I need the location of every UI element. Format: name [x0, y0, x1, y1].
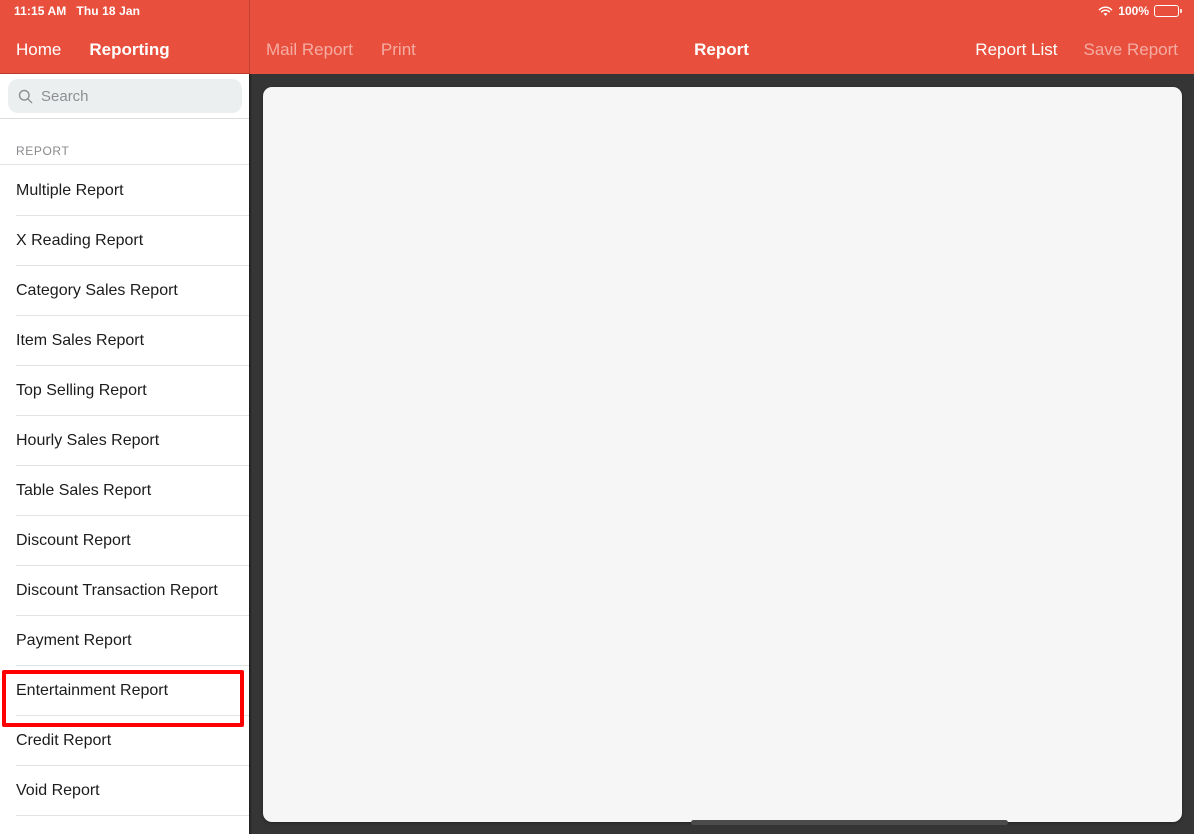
- sidebar-item-table-sales-report[interactable]: Table Sales Report: [0, 466, 249, 516]
- sidebar-item-discount-report[interactable]: Discount Report: [0, 516, 249, 566]
- status-bar: 11:15 AM Thu 18 Jan 100%: [0, 0, 1194, 24]
- main-content-area: [253, 74, 1194, 834]
- sidebar-item-x-reading-report[interactable]: X Reading Report: [0, 216, 249, 266]
- home-indicator[interactable]: [691, 820, 1008, 825]
- sidebar-item-discount-transaction-report[interactable]: Discount Transaction Report: [0, 566, 249, 616]
- list-item-label: Void Report: [16, 782, 100, 799]
- report-list-button[interactable]: Report List: [975, 40, 1057, 60]
- report-content-panel: [263, 87, 1182, 822]
- search-bar-container: Search: [0, 74, 249, 119]
- search-placeholder: Search: [41, 87, 89, 105]
- reporting-button[interactable]: Reporting: [89, 40, 169, 60]
- sidebar-item-payment-report[interactable]: Payment Report: [0, 616, 249, 666]
- sidebar-item-item-sales-report[interactable]: Item Sales Report: [0, 316, 249, 366]
- list-item-label: X Reading Report: [16, 232, 144, 249]
- home-button[interactable]: Home: [16, 40, 61, 60]
- wifi-icon: [1098, 5, 1113, 17]
- search-input[interactable]: Search: [8, 79, 242, 113]
- list-item-label: Item Sales Report: [16, 332, 145, 349]
- list-item-label: Discount Transaction Report: [16, 582, 218, 599]
- sidebar-item-entertainment-report[interactable]: Entertainment Report: [0, 666, 249, 716]
- app-screen: 11:15 AM Thu 18 Jan 100% Home Reporting …: [0, 0, 1194, 834]
- list-item-label: Multiple Report: [16, 182, 124, 199]
- sidebar-section-header-label: REPORT: [16, 144, 70, 158]
- sidebar-item-multiple-report[interactable]: Multiple Report: [0, 166, 249, 216]
- list-item-label: Top Selling Report: [16, 382, 147, 399]
- report-list: Multiple Report X Reading Report Category …: [0, 166, 249, 816]
- save-report-button[interactable]: Save Report: [1084, 40, 1179, 60]
- list-item-label: Category Sales Report: [16, 282, 178, 299]
- topbar-divider: [249, 0, 250, 74]
- sidebar-item-credit-report[interactable]: Credit Report: [0, 716, 249, 766]
- status-time: 11:15 AM: [14, 4, 67, 18]
- sidebar-item-void-report[interactable]: Void Report: [0, 766, 249, 816]
- list-item-label: Discount Report: [16, 532, 131, 549]
- battery-full-icon: [1154, 5, 1182, 17]
- list-item-label: Entertainment Report: [16, 682, 169, 699]
- sidebar-item-top-selling-report[interactable]: Top Selling Report: [0, 366, 249, 416]
- sidebar-nav-buttons: Home Reporting: [16, 36, 170, 64]
- top-bar: 11:15 AM Thu 18 Jan 100% Home Reporting …: [0, 0, 1194, 74]
- list-item-label: Payment Report: [16, 632, 132, 649]
- sidebar-item-hourly-sales-report[interactable]: Hourly Sales Report: [0, 416, 249, 466]
- status-bar-right: 100%: [1098, 4, 1182, 18]
- list-item-label: Hourly Sales Report: [16, 432, 160, 449]
- list-item-label: Credit Report: [16, 732, 112, 749]
- list-item-label: Table Sales Report: [16, 482, 152, 499]
- search-icon: [18, 89, 33, 104]
- toolbar-actions-right: Report List Save Report: [975, 36, 1178, 64]
- status-bar-left: 11:15 AM Thu 18 Jan: [14, 4, 140, 18]
- battery-percent: 100%: [1118, 4, 1149, 18]
- status-date: Thu 18 Jan: [76, 4, 141, 18]
- sidebar-section-header: REPORT: [0, 120, 249, 165]
- sidebar: Search REPORT Multiple Report X Reading R…: [0, 74, 249, 834]
- sidebar-item-category-sales-report[interactable]: Category Sales Report: [0, 266, 249, 316]
